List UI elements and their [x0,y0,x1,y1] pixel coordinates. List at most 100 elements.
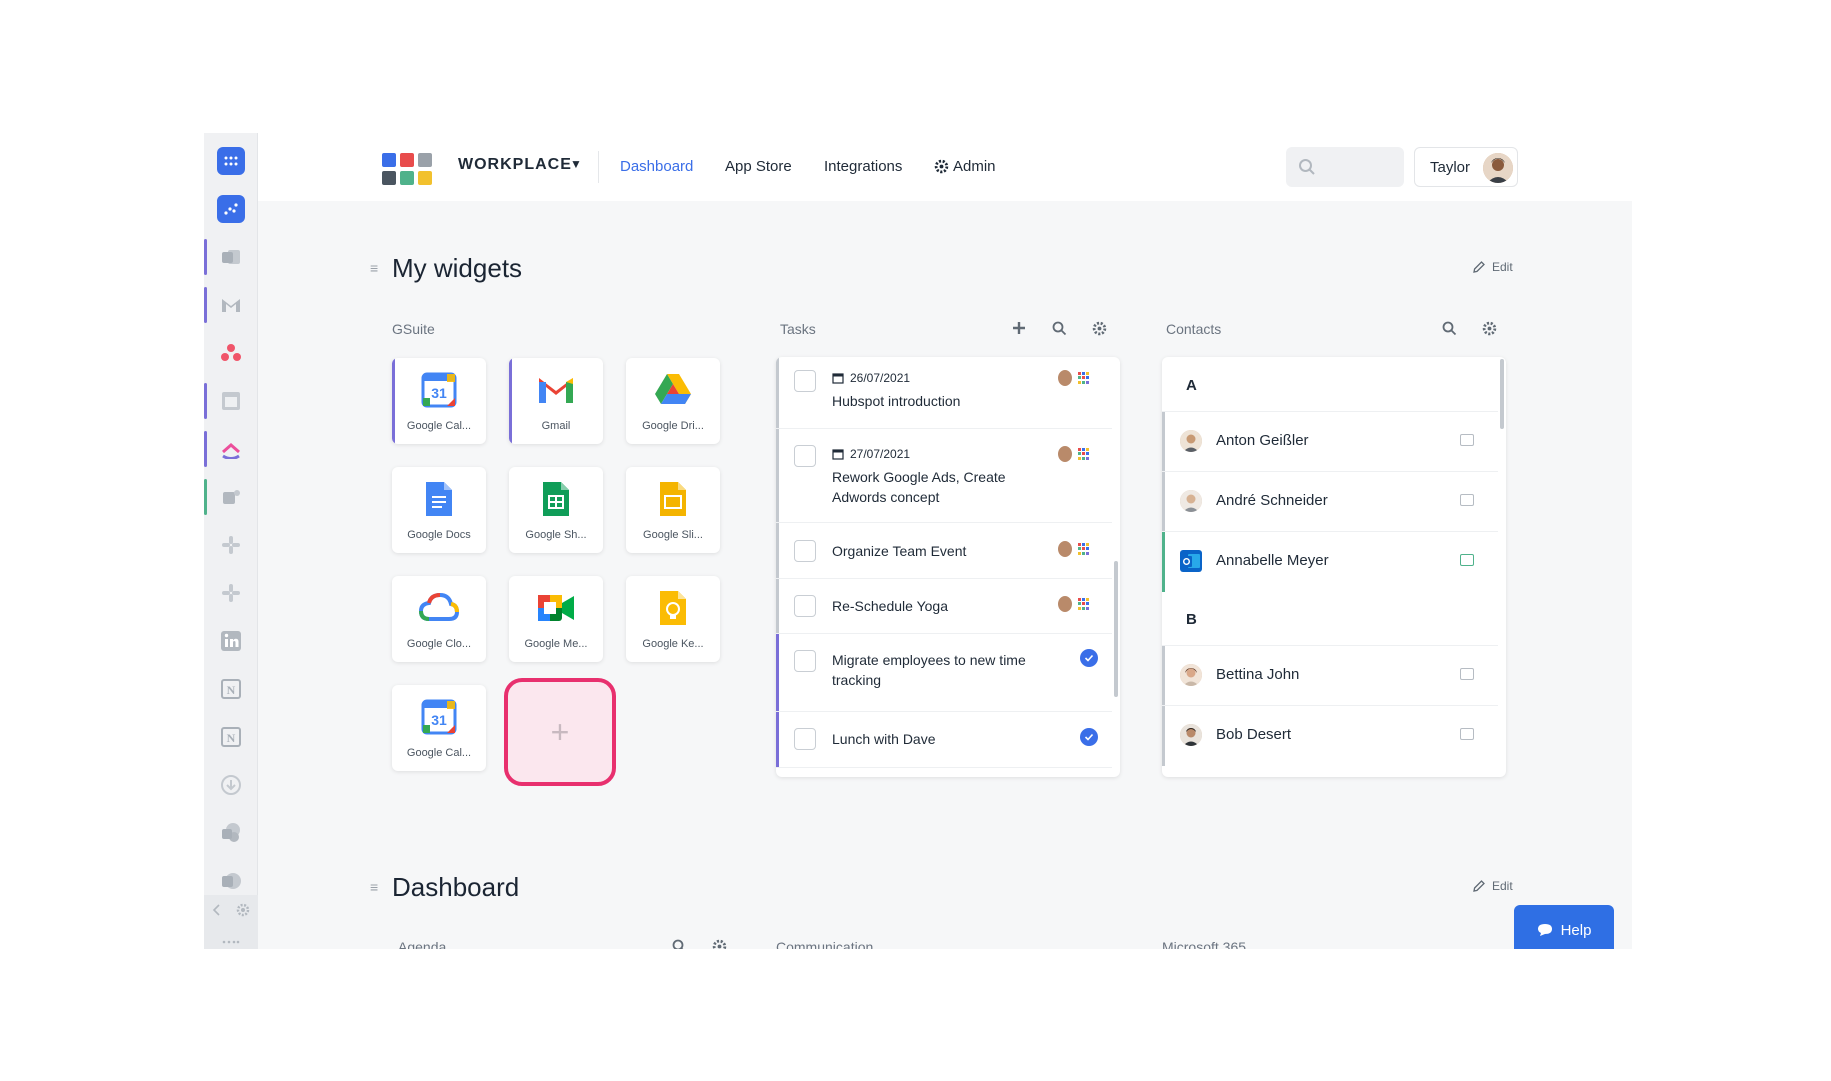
plus-icon: + [550,713,570,750]
mail-icon[interactable] [1460,668,1474,680]
rail-slack[interactable] [204,525,258,565]
mail-icon[interactable] [1460,434,1474,446]
add-widget-button[interactable]: + [504,678,616,786]
google-drive-icon [653,370,693,410]
task-title: Hubspot introduction [832,393,961,409]
google-docs-icon [419,479,459,519]
pencil-icon [1473,880,1485,892]
tasks-settings-button[interactable] [1090,319,1108,337]
task-item[interactable]: Organize Team Event [776,523,1112,579]
agenda-settings-button[interactable] [710,937,728,949]
rail-download[interactable] [204,765,258,805]
contact-row[interactable]: Bettina John [1162,645,1498,706]
add-task-button[interactable] [1010,319,1028,337]
task-item[interactable]: 27/07/2021 Rework Google Ads, Create Adw… [776,429,1112,523]
contact-row[interactable]: Annabelle Meyer [1162,531,1498,592]
contact-name: André Schneider [1216,492,1328,509]
contact-row[interactable]: André Schneider [1162,471,1498,532]
gear-icon [934,159,949,174]
nav-app-store[interactable]: App Store [725,158,792,175]
mail-icon[interactable] [1460,554,1474,566]
chevron-down-icon[interactable]: ▼ [570,157,582,171]
task-checkbox[interactable] [794,370,816,392]
edit-dashboard-button[interactable]: Edit [1472,879,1513,893]
rail-slack-alt[interactable] [204,573,258,613]
rail-notion[interactable]: N [204,669,258,709]
app-tile[interactable]: Google Clo... [392,576,486,662]
app-tile-label: Google Sli... [643,529,703,541]
avatar [1058,596,1072,612]
tasks-label: Tasks [780,321,816,337]
task-checkbox[interactable] [794,650,816,672]
contact-name: Anton Geißler [1216,432,1309,449]
workplace-logo[interactable] [382,153,434,185]
app-tile[interactable]: Gmail [509,358,603,444]
search-input[interactable] [1286,147,1404,187]
rail-notion-alt[interactable]: N [204,717,258,757]
task-checkbox[interactable] [794,728,816,750]
app-tile[interactable]: Google Docs [392,467,486,553]
app-tile[interactable]: Google Me... [509,576,603,662]
help-button[interactable]: Help [1514,905,1614,949]
rail-teams[interactable] [204,477,258,517]
rail-sharepoint[interactable] [204,813,258,853]
rail-settings-button[interactable] [236,903,250,917]
more-icon[interactable] [222,931,240,944]
google-keep-icon [653,588,693,628]
workflow-button[interactable] [204,189,258,229]
slack-alt-icon [219,581,243,605]
help-label: Help [1560,921,1592,939]
task-checkbox[interactable] [794,445,816,467]
task-checkbox[interactable] [794,595,816,617]
search-agenda-button[interactable] [670,937,688,949]
rail-outlook[interactable] [204,237,258,277]
app-tile[interactable]: 31 Google Cal... [392,358,486,444]
contact-row[interactable]: Anton Geißler [1162,411,1498,472]
check-circle-icon [1080,728,1098,746]
search-contacts-button[interactable] [1440,319,1458,337]
rail-gmail[interactable] [204,285,258,325]
app-tile[interactable]: Google Ke... [626,576,720,662]
user-menu[interactable]: Taylor [1414,147,1518,187]
drag-handle-icon[interactable]: ≡ [370,879,378,895]
workspace-switcher[interactable]: WORKPLACE [458,156,572,174]
svg-text:31: 31 [431,712,447,728]
drag-handle-icon[interactable]: ≡ [370,260,378,276]
nav-dashboard[interactable]: Dashboard [620,158,693,175]
rail-linkedin[interactable] [204,621,258,661]
contacts-settings-button[interactable] [1480,319,1498,337]
apps-grid-icon [1078,598,1090,610]
nav-admin[interactable]: Admin [934,158,996,175]
rail-clickup[interactable] [204,429,258,469]
contacts-label: Contacts [1166,321,1222,337]
avatar [1058,446,1072,462]
task-item[interactable]: Migrate employees to new time tracking [776,634,1112,712]
app-tile[interactable]: Google Dri... [626,358,720,444]
google-meet-icon [536,588,576,628]
task-checkbox[interactable] [794,540,816,562]
task-item[interactable]: 26/07/2021 Hubspot introduction [776,357,1112,429]
tasks-scrollbar[interactable] [1114,561,1118,697]
gear-icon [1482,321,1496,335]
rail-calendar[interactable] [204,381,258,421]
contact-row[interactable]: Bob Desert [1162,705,1498,766]
search-tasks-button[interactable] [1050,319,1068,337]
apps-grid-button[interactable] [204,141,258,181]
search-icon [1442,321,1456,335]
workflow-icon [224,203,238,215]
app-tile[interactable]: Google Sh... [509,467,603,553]
user-name: Taylor [1430,159,1471,176]
rail-asana[interactable] [204,333,258,373]
mail-icon[interactable] [1460,728,1474,740]
edit-widgets-button[interactable]: Edit [1472,260,1513,274]
mail-icon[interactable] [1460,494,1474,506]
nav-integrations[interactable]: Integrations [824,158,902,175]
task-item[interactable]: Re-Schedule Yoga [776,579,1112,634]
chat-bubble-icon [1537,924,1552,936]
app-tile[interactable]: Google Sli... [626,467,720,553]
contacts-scrollbar[interactable] [1500,359,1504,429]
avatar [1180,490,1202,512]
collapse-rail-button[interactable] [210,903,224,917]
task-item[interactable]: Lunch with Dave [776,712,1112,768]
app-tile[interactable]: 31 Google Cal... [392,685,486,771]
